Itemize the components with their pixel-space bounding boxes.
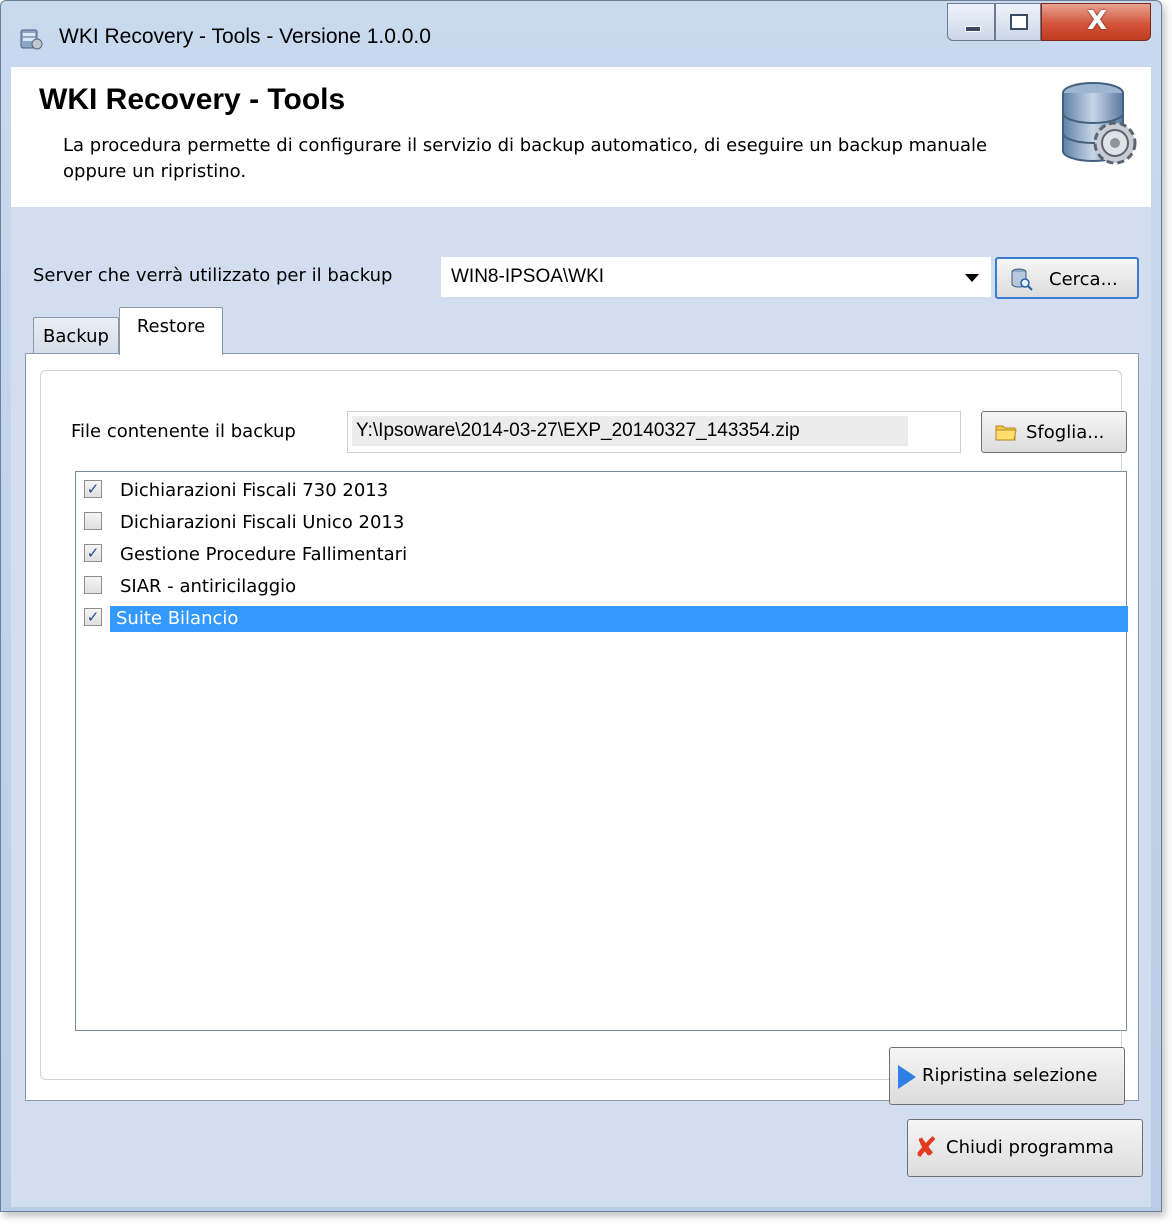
server-value: WIN8-IPSOA\WKI: [451, 266, 605, 287]
close-icon: X: [1086, 6, 1108, 36]
server-label: Server che verrà utilizzato per il backu…: [33, 265, 393, 286]
list-item[interactable]: ✓ Dichiarazioni Fiscali 730 2013: [76, 474, 1126, 506]
chevron-down-icon[interactable]: [965, 274, 979, 282]
minimize-button[interactable]: [947, 3, 995, 41]
restore-selection-label: Ripristina selezione: [922, 1065, 1098, 1086]
item-checkbox[interactable]: ✓: [84, 544, 102, 562]
maximize-button[interactable]: [995, 3, 1041, 41]
list-item-label: Dichiarazioni Fiscali Unico 2013: [120, 512, 405, 533]
database-search-icon: [1011, 268, 1033, 291]
tab-restore[interactable]: Restore: [119, 307, 223, 355]
close-program-label: Chiudi programma: [946, 1137, 1114, 1158]
close-window-button[interactable]: X: [1041, 3, 1151, 41]
title-bar[interactable]: WKI Recovery - Tools - Versione 1.0.0.0 …: [1, 1, 1161, 67]
client-area: WKI Recovery - Tools La procedura permet…: [11, 67, 1151, 1207]
item-checkbox[interactable]: ✓: [84, 480, 102, 498]
backup-file-field[interactable]: Y:\Ipsoware\2014-03-27\EXP_20140327_1433…: [347, 411, 961, 453]
minimize-icon: [965, 26, 981, 32]
item-checkbox[interactable]: [84, 576, 102, 594]
browse-button[interactable]: Sfoglia...: [981, 411, 1127, 453]
folder-icon: [995, 425, 1017, 441]
list-item-label: SIAR - antiricilaggio: [120, 576, 297, 597]
tab-restore-label: Restore: [136, 316, 206, 337]
app-window: WKI Recovery - Tools - Versione 1.0.0.0 …: [0, 0, 1162, 1212]
tab-backup-label: Backup: [43, 326, 109, 347]
red-x-icon: ✘: [914, 1131, 938, 1164]
tab-backup[interactable]: Backup: [33, 317, 119, 353]
list-item-selected[interactable]: ✓ Suite Bilancio: [76, 602, 1128, 634]
search-server-label: Cerca...: [1049, 269, 1118, 290]
restore-group: File contenente il backup Y:\Ipsoware\20…: [40, 370, 1128, 1105]
item-checkbox[interactable]: [84, 512, 102, 530]
module-checklist[interactable]: ✓ Dichiarazioni Fiscali 730 2013 Dichiar…: [75, 471, 1128, 1031]
list-item[interactable]: SIAR - antiricilaggio: [76, 570, 1126, 602]
maximize-icon: [1010, 14, 1028, 30]
item-checkbox[interactable]: ✓: [84, 608, 102, 626]
header-panel: WKI Recovery - Tools La procedura permet…: [11, 67, 1151, 207]
play-icon: [898, 1065, 916, 1089]
server-combobox[interactable]: WIN8-IPSOA\WKI: [441, 257, 991, 297]
window-title: WKI Recovery - Tools - Versione 1.0.0.0: [59, 25, 431, 48]
list-item-label: Dichiarazioni Fiscali 730 2013: [120, 480, 389, 501]
search-server-button[interactable]: Cerca...: [995, 257, 1139, 299]
list-item[interactable]: ✓ Gestione Procedure Fallimentari: [76, 538, 1126, 570]
header-title: WKI Recovery - Tools: [39, 83, 346, 116]
database-gear-icon: [1062, 82, 1137, 165]
list-item[interactable]: Dichiarazioni Fiscali Unico 2013: [76, 506, 1126, 538]
header-description: La procedura permette di configurare il …: [63, 135, 988, 182]
restore-tab-panel: File contenente il backup Y:\Ipsoware\20…: [25, 353, 1139, 1105]
app-icon: [20, 29, 43, 50]
browse-button-label: Sfoglia...: [1026, 422, 1105, 443]
restore-selection-button[interactable]: Ripristina selezione: [889, 1047, 1125, 1105]
backup-file-label: File contenente il backup: [71, 421, 296, 442]
backup-file-path: Y:\Ipsoware\2014-03-27\EXP_20140327_1433…: [352, 416, 908, 446]
list-item-label: Gestione Procedure Fallimentari: [120, 544, 408, 565]
list-item-label: Suite Bilancio: [110, 606, 1128, 632]
close-program-button[interactable]: ✘ Chiudi programma: [907, 1119, 1143, 1177]
